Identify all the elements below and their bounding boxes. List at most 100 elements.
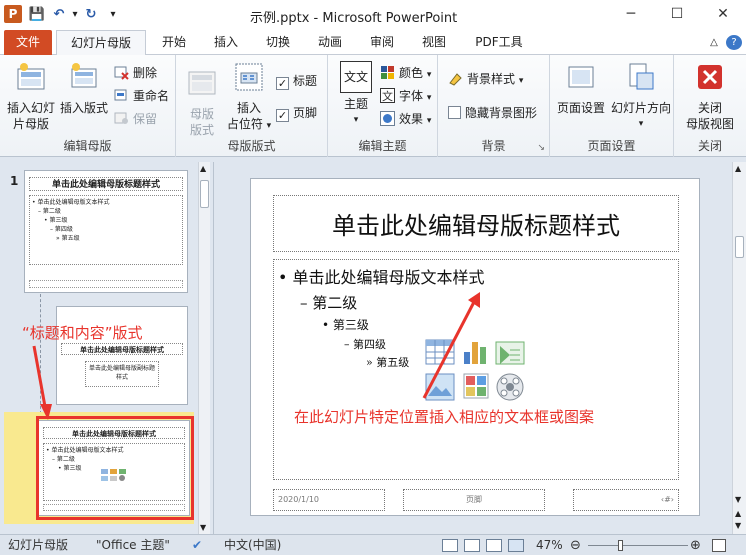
themes-button[interactable]: 文文 主题 ▾ bbox=[336, 61, 376, 128]
annotation-insert-hint: 在此幻灯片特定位置插入相应的文本框或图案 bbox=[294, 408, 595, 426]
footer-text: 页脚 bbox=[466, 495, 482, 504]
tab-review[interactable]: 审阅 bbox=[360, 30, 404, 55]
footer-checkbox[interactable]: ✓ 页脚 bbox=[276, 103, 317, 123]
insert-slide-master-label-1: 插入幻灯 bbox=[6, 101, 55, 115]
status-language[interactable]: 中文(中国) bbox=[224, 537, 281, 554]
next-slide-icon[interactable]: ▼ bbox=[735, 521, 741, 530]
title-placeholder[interactable]: 单击此处编辑母版标题样式 bbox=[273, 195, 679, 252]
thumb-master-body: • 单击此处编辑母版文本样式 – 第二级 • 第三级 – 第四级 » 第五级 bbox=[29, 195, 183, 265]
status-view-name: 幻灯片母版 bbox=[8, 538, 69, 552]
slideshow-view-icon[interactable] bbox=[508, 539, 524, 552]
previous-slide-icon[interactable]: ▲ bbox=[735, 509, 741, 518]
insert-placeholder-button[interactable]: 插入 占位符 ▾ bbox=[226, 61, 272, 134]
rename-icon bbox=[114, 89, 127, 101]
colors-button[interactable]: 颜色 ▾ bbox=[380, 63, 431, 83]
zoom-slider-track[interactable] bbox=[588, 545, 688, 546]
footer-text-placeholder[interactable]: 页脚 bbox=[403, 489, 545, 511]
tab-home[interactable]: 开始 bbox=[152, 30, 196, 55]
thumbnails-scrollbar[interactable]: ▲ ▼ bbox=[198, 162, 210, 534]
zoom-out-icon[interactable]: ⊖ bbox=[570, 537, 581, 554]
content-placeholder[interactable]: • 单击此处编辑母版文本样式 – 第二级 • 第三级 – 第四级 » 第五级 bbox=[273, 259, 679, 480]
page-setup-button[interactable]: 页面设置 bbox=[554, 61, 608, 116]
ribbon: 插入幻灯 片母版 插入版式 删除 重命名 保留 编辑母版 母版 版式 插入 占位… bbox=[0, 55, 746, 157]
tab-transitions[interactable]: 切换 bbox=[256, 30, 300, 55]
main-scroll-thumb[interactable] bbox=[735, 236, 744, 258]
powerpoint-logo-icon[interactable]: P bbox=[4, 5, 22, 23]
effects-button[interactable]: 效果 ▾ bbox=[380, 109, 431, 129]
scroll-down-icon[interactable]: ▼ bbox=[200, 523, 206, 532]
main-scroll-down-icon[interactable]: ▼ bbox=[735, 495, 741, 504]
master-layout-icon bbox=[188, 71, 216, 95]
status-bar: 幻灯片母版 "Office 主题" ✔ 中文(中国) 47% ⊖ ⊕ bbox=[0, 534, 746, 555]
tab-file[interactable]: 文件 bbox=[4, 30, 52, 55]
master-layout-label-2: 版式 bbox=[189, 123, 214, 137]
reading-view-icon[interactable] bbox=[486, 539, 502, 552]
master-number: 1 bbox=[10, 174, 19, 188]
footer-date-text: 2020/1/10 bbox=[278, 495, 320, 504]
page-setup-label: 页面设置 bbox=[556, 101, 605, 115]
insert-smartart-icon bbox=[495, 341, 525, 365]
insert-clipart-icon bbox=[463, 373, 489, 399]
thumbnail-title-layout[interactable]: 单击此处编辑母版标题样式 单击此处编辑母版副标题样式 bbox=[56, 306, 188, 405]
page-setup-icon bbox=[568, 66, 594, 88]
delete-button[interactable]: 删除 bbox=[114, 63, 157, 83]
background-dialog-launcher-icon[interactable]: ↘ bbox=[537, 143, 545, 153]
fonts-icon: 文 bbox=[380, 88, 395, 103]
tab-pdf-tools[interactable]: PDF工具 bbox=[466, 30, 532, 55]
themes-icon: 文文 bbox=[340, 61, 372, 93]
tab-slide-master[interactable]: 幻灯片母版 bbox=[56, 30, 146, 56]
slide-canvas: 单击此处编辑母版标题样式 • 单击此处编辑母版文本样式 – 第二级 • 第三级 … bbox=[250, 178, 700, 516]
tab-animations[interactable]: 动画 bbox=[308, 30, 352, 55]
maximize-button[interactable]: ☐ bbox=[662, 3, 692, 25]
scroll-up-icon[interactable]: ▲ bbox=[200, 164, 206, 173]
footer-check-label: 页脚 bbox=[293, 106, 318, 120]
master-layout-button[interactable]: 母版 版式 bbox=[182, 67, 222, 138]
preserve-button[interactable]: 保留 bbox=[114, 109, 157, 129]
save-icon[interactable]: 💾 bbox=[28, 5, 46, 23]
help-icon[interactable]: ? bbox=[726, 35, 742, 50]
insert-slide-master-button[interactable]: 插入幻灯 片母版 bbox=[4, 61, 58, 132]
fonts-button[interactable]: 文字体 ▾ bbox=[380, 86, 431, 106]
zoom-level[interactable]: 47% bbox=[536, 537, 563, 554]
spell-check-icon[interactable]: ✔ bbox=[192, 537, 202, 554]
group-label-edit-theme: 编辑主题 bbox=[358, 139, 407, 153]
footer-number-text: ‹#› bbox=[660, 495, 674, 504]
customize-quick-access-icon[interactable]: ▾ bbox=[104, 5, 122, 23]
redo-icon[interactable]: ↻ bbox=[82, 5, 100, 23]
zoom-in-icon[interactable]: ⊕ bbox=[690, 537, 701, 554]
thumb-master-footer bbox=[29, 280, 183, 288]
body-level-3: • 第三级 bbox=[322, 318, 369, 332]
background-styles-label: 背景样式 bbox=[467, 72, 516, 86]
minimize-button[interactable]: ─ bbox=[616, 3, 646, 25]
slide-sorter-view-icon[interactable] bbox=[464, 539, 480, 552]
group-label-page-setup: 页面设置 bbox=[587, 139, 636, 153]
insert-slide-master-label-2: 片母版 bbox=[12, 117, 49, 131]
tab-insert[interactable]: 插入 bbox=[204, 30, 248, 55]
tab-view[interactable]: 视图 bbox=[412, 30, 456, 55]
background-styles-button[interactable]: 背景样式 ▾ bbox=[448, 69, 523, 89]
status-theme-name[interactable]: "Office 主题" bbox=[96, 537, 170, 554]
effects-dropdown-icon: ▾ bbox=[426, 116, 432, 126]
thumbnail-slide-master[interactable]: 单击此处编辑母版标题样式 • 单击此处编辑母版文本样式 – 第二级 • 第三级 … bbox=[24, 170, 188, 293]
fit-to-window-icon[interactable] bbox=[712, 539, 726, 552]
footer-date-placeholder[interactable]: 2020/1/10 bbox=[273, 489, 385, 511]
main-scroll-up-icon[interactable]: ▲ bbox=[735, 164, 741, 173]
close-master-view-label-2: 母版视图 bbox=[685, 117, 734, 131]
slide-orientation-button[interactable]: 幻灯片方向 ▾ bbox=[610, 61, 672, 132]
hide-background-graphics-label: 隐藏背景图形 bbox=[465, 106, 538, 120]
close-master-view-button[interactable]: 关闭 母版视图 bbox=[680, 61, 740, 132]
footer-number-placeholder[interactable]: ‹#› bbox=[573, 489, 679, 511]
collapse-ribbon-icon[interactable]: △ bbox=[706, 30, 722, 55]
svg-text:文: 文 bbox=[382, 89, 393, 103]
thumb-master-title: 单击此处编辑母版标题样式 bbox=[29, 177, 183, 191]
normal-view-icon[interactable] bbox=[442, 539, 458, 552]
group-close: 关闭 母版视图 关闭 bbox=[674, 55, 746, 157]
insert-layout-button[interactable]: 插入版式 bbox=[58, 61, 110, 116]
close-window-button[interactable]: ✕ bbox=[708, 3, 738, 25]
thumbnails-scroll-thumb[interactable] bbox=[200, 180, 209, 208]
main-vertical-scrollbar[interactable]: ▲ ▼ ▲ ▼ bbox=[732, 162, 746, 534]
rename-button[interactable]: 重命名 bbox=[114, 86, 169, 106]
title-checkbox[interactable]: ✓ 标题 bbox=[276, 71, 317, 91]
zoom-slider-handle[interactable] bbox=[618, 540, 623, 551]
hide-background-graphics-checkbox[interactable]: 隐藏背景图形 bbox=[448, 103, 537, 123]
